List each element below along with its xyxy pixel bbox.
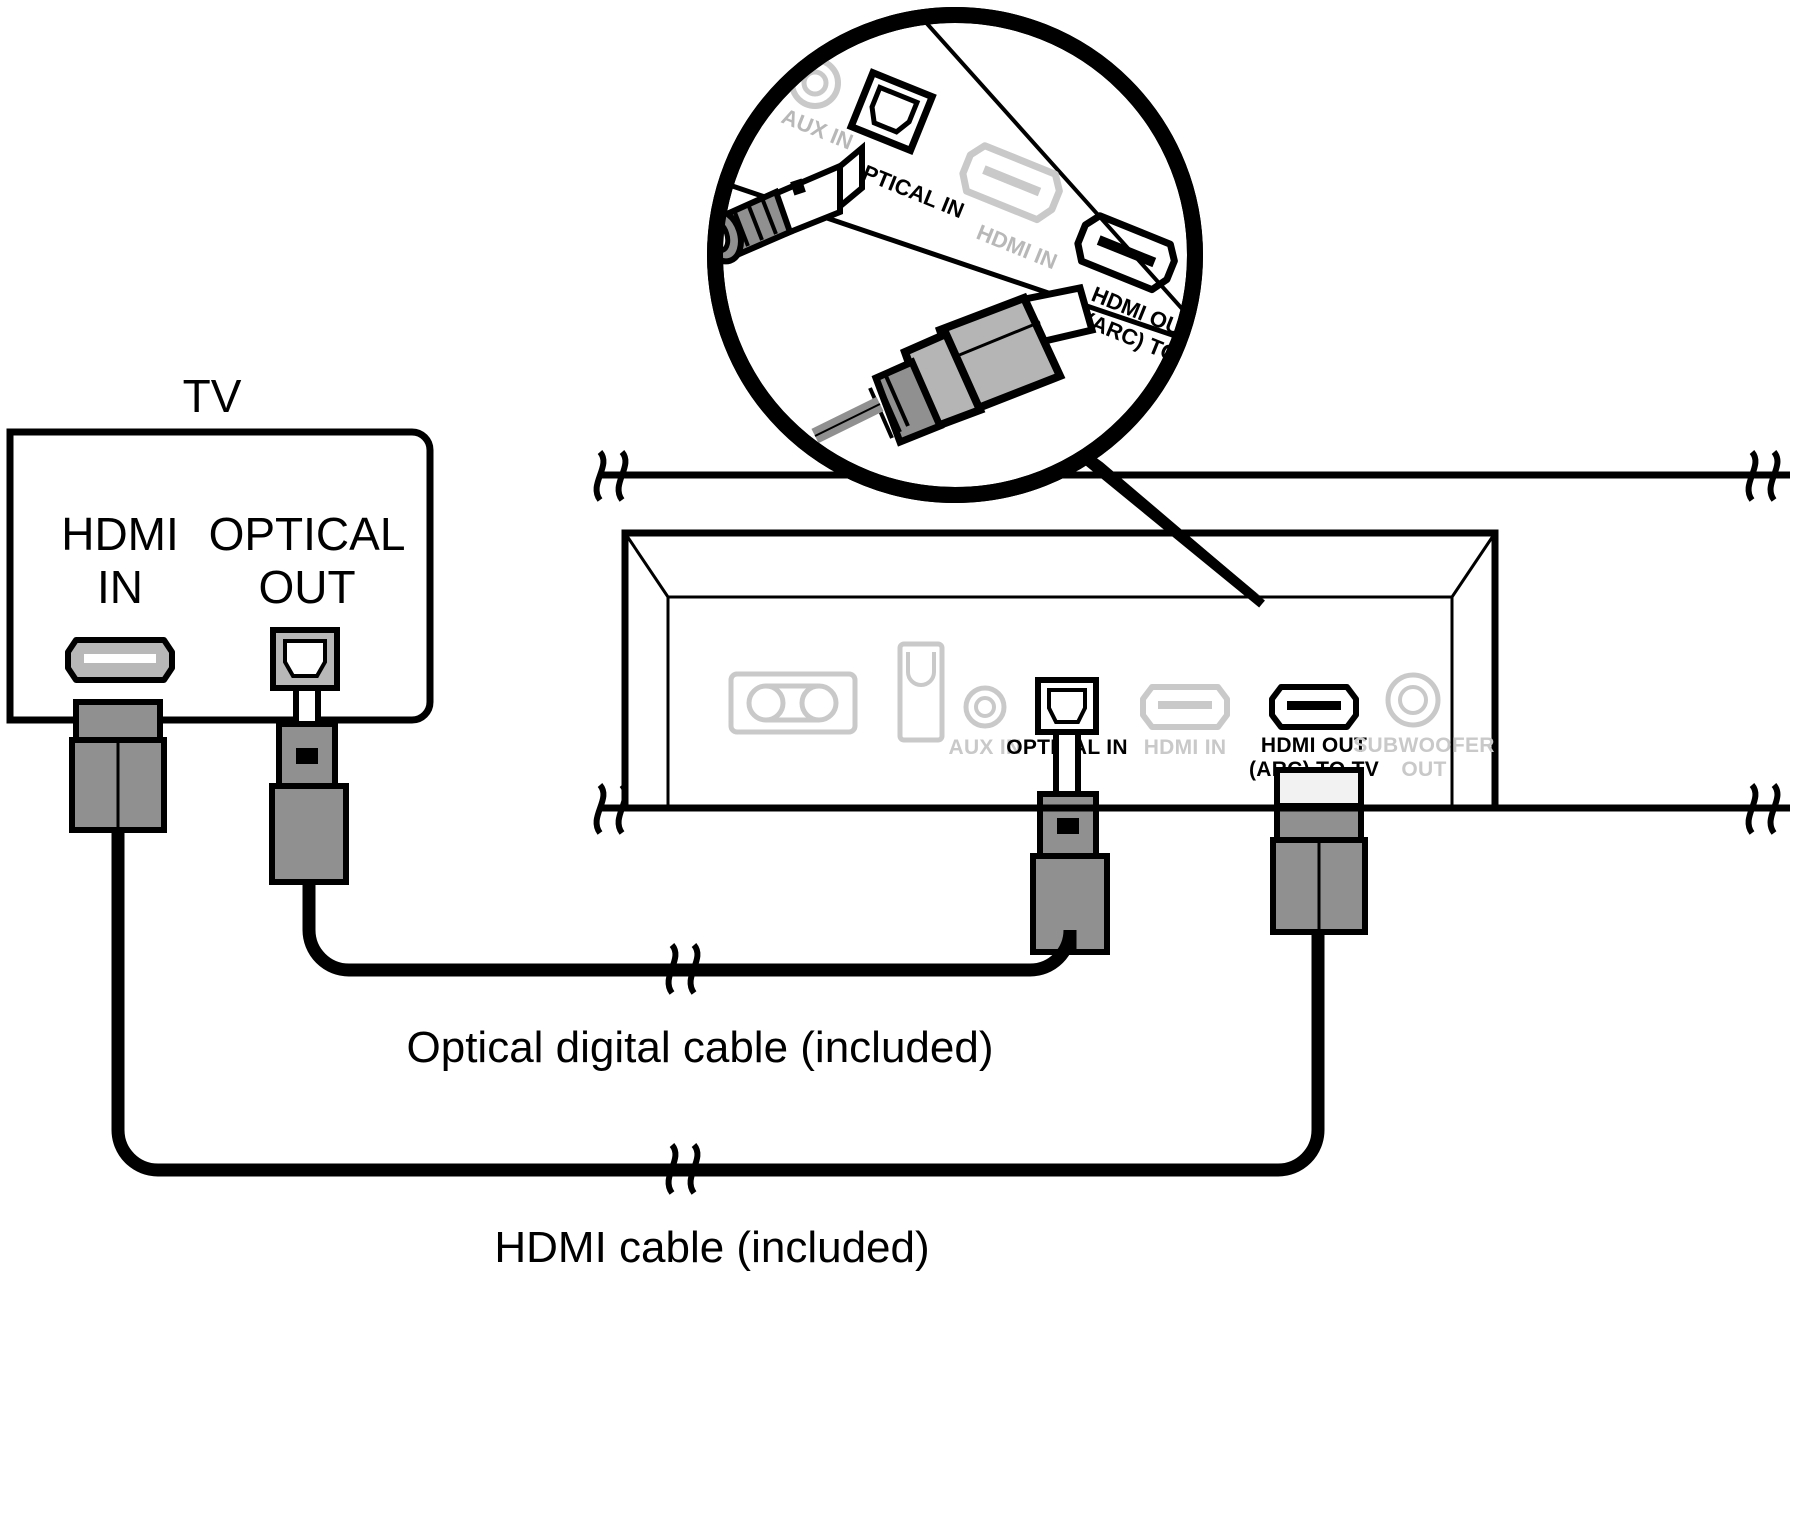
- soundbar-hdmi-connector: [1270, 767, 1368, 935]
- optical-cable-path: [302, 882, 1077, 977]
- tv-hdmi-connector: [69, 699, 167, 833]
- tv-optical-out-label-line1: OPTICAL: [209, 508, 406, 560]
- soundbar-subwoofer-out-label-line2: OUT: [1401, 758, 1446, 781]
- tv-hdmi-in-label-line1: HDMI: [61, 508, 179, 560]
- hdmi-cable-caption: HDMI cable (included): [494, 1223, 929, 1272]
- diagram-canvas: TV HDMI IN OPTICAL OUT AUX IN IN HDMI IN…: [0, 0, 1805, 1533]
- soundbar-hdmi-out-arc-label-line1: HDMI OUT: [1261, 734, 1367, 757]
- soundbar-optical-in-icon: [1035, 677, 1099, 735]
- tv-optical-port-icon: [270, 627, 340, 691]
- tv-hdmi-port-icon: [65, 637, 175, 683]
- soundbar-hdmi-in-label: HDMI IN: [1144, 736, 1227, 759]
- tv-optical-out-label-line2: OUT: [258, 561, 355, 613]
- tv-hdmi-in-label-line2: IN: [97, 561, 143, 613]
- soundbar-subwoofer-out-label-line1: SUBWOOFER: [1353, 734, 1495, 757]
- optical-cable-caption: Optical digital cable (included): [407, 1023, 994, 1072]
- tv-device-label: TV: [183, 370, 242, 422]
- connection-diagram: TV HDMI IN OPTICAL OUT AUX IN IN HDMI IN…: [6, 7, 1790, 1272]
